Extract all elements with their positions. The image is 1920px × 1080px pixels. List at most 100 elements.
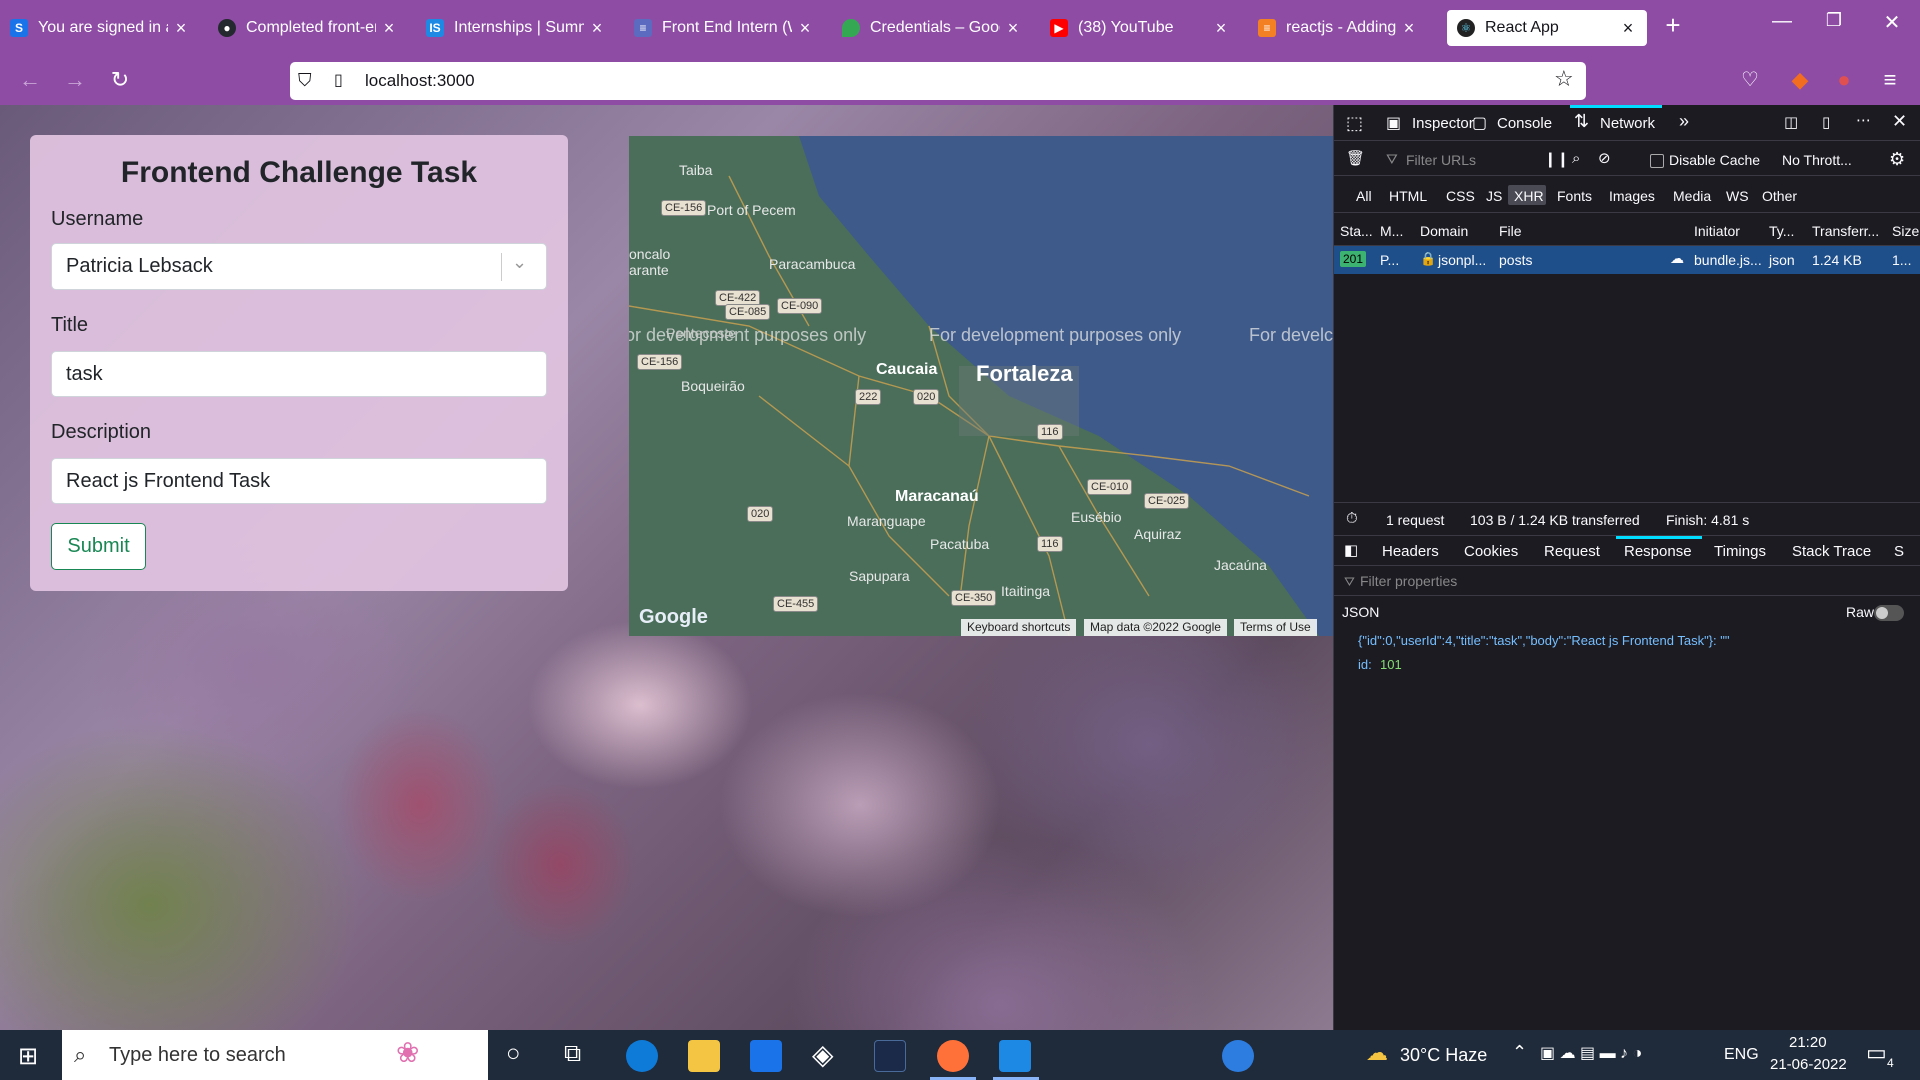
new-tab-button[interactable]: + — [1653, 10, 1693, 41]
column-header[interactable]: Domain — [1420, 223, 1468, 239]
bookmark-star-icon[interactable]: ☆ — [1554, 66, 1574, 92]
column-header[interactable]: Transferr... — [1812, 223, 1879, 239]
tab-headers[interactable]: Headers — [1382, 543, 1439, 560]
forward-icon[interactable]: → — [61, 67, 89, 93]
submit-button[interactable]: Submit — [51, 523, 146, 570]
browser-tab[interactable]: IS Internships | Summe × — [416, 10, 616, 46]
dropbox-icon[interactable]: ◈ — [812, 1038, 834, 1071]
firefox-icon[interactable] — [937, 1040, 969, 1072]
tab-more[interactable]: S — [1894, 543, 1904, 560]
taskbar-search-input[interactable]: Type here to search — [109, 1044, 286, 1067]
cortana-icon[interactable]: ○ — [506, 1040, 521, 1068]
browser-tab[interactable]: ● Completed front-en × — [208, 10, 408, 46]
search-icon[interactable]: ⌕ — [1572, 150, 1580, 167]
browser-tab-active[interactable]: ⚛ React App × — [1447, 10, 1647, 46]
column-header[interactable]: Ty... — [1769, 223, 1794, 239]
title-input[interactable]: task — [51, 351, 547, 397]
powershell-icon[interactable] — [874, 1040, 906, 1072]
tab-response[interactable]: Response — [1624, 543, 1692, 560]
filter-urls-input[interactable]: Filter URLs — [1406, 152, 1476, 168]
pocket-icon[interactable]: ♡ — [1736, 67, 1764, 92]
brave-icon[interactable]: ◆ — [1786, 67, 1814, 93]
table-row[interactable]: 201 P... 🔒 jsonpl... posts ☁ bundle.js..… — [1334, 246, 1920, 274]
type-filter-all[interactable]: All — [1356, 188, 1372, 204]
close-devtools-icon[interactable]: ✕ — [1892, 111, 1907, 132]
weather-text[interactable]: 30°C Haze — [1400, 1045, 1487, 1066]
column-header[interactable]: File — [1499, 223, 1522, 239]
vscode-icon[interactable] — [999, 1040, 1031, 1072]
more-tools-icon[interactable]: » — [1679, 111, 1689, 132]
back-icon[interactable]: ← — [16, 67, 44, 93]
tab-console[interactable]: Console — [1497, 115, 1552, 132]
tray-icons[interactable]: ▣ ☁ ▤ ▬ ♪ ◑ — [1540, 1043, 1642, 1063]
username-select[interactable]: Patricia Lebsack ⌄ — [51, 243, 547, 290]
picker-icon[interactable]: ⬚ — [1346, 113, 1363, 134]
tab-request[interactable]: Request — [1544, 543, 1600, 560]
column-header[interactable]: Size — [1892, 223, 1919, 239]
tab-cookies[interactable]: Cookies — [1464, 543, 1518, 560]
keyboard-shortcuts-link[interactable]: Keyboard shortcuts — [961, 619, 1077, 636]
tab-inspector[interactable]: Inspector — [1412, 115, 1474, 132]
description-input[interactable]: React js Frontend Task — [51, 458, 547, 504]
browser-tab[interactable]: ≡ Front End Intern (W × — [624, 10, 824, 46]
column-header[interactable]: Initiator — [1694, 223, 1740, 239]
column-header[interactable]: Sta... — [1340, 223, 1373, 239]
type-filter-media[interactable]: Media — [1673, 188, 1711, 204]
close-tab-icon[interactable]: × — [588, 18, 606, 39]
close-tab-icon[interactable]: × — [1004, 18, 1022, 39]
edge-icon[interactable] — [626, 1040, 658, 1072]
help-icon[interactable] — [1222, 1040, 1254, 1072]
google-map[interactable]: or development purposes only For develop… — [629, 136, 1333, 636]
type-filter-css[interactable]: CSS — [1446, 188, 1475, 204]
close-tab-icon[interactable]: × — [1212, 18, 1230, 39]
browser-tab[interactable]: ≡ reactjs - Adding an × — [1248, 10, 1428, 46]
raw-toggle[interactable] — [1874, 605, 1904, 621]
close-window-icon[interactable]: ✕ — [1872, 10, 1912, 35]
more-options-icon[interactable]: ⋯ — [1856, 111, 1871, 129]
menu-icon[interactable]: ≡ — [1876, 67, 1904, 93]
clock-time[interactable]: 21:20 — [1789, 1034, 1827, 1051]
type-filter-xhr[interactable]: XHR — [1514, 188, 1544, 204]
terms-link[interactable]: Terms of Use — [1234, 619, 1317, 636]
type-filter-fonts[interactable]: Fonts — [1557, 188, 1592, 204]
file-explorer-icon[interactable] — [688, 1040, 720, 1072]
tab-network[interactable]: Network — [1600, 115, 1655, 132]
mail-icon[interactable] — [750, 1040, 782, 1072]
close-tab-icon[interactable]: × — [1619, 18, 1637, 39]
shield-icon[interactable]: ⛉ — [298, 70, 312, 91]
browser-tab[interactable]: S You are signed in as × — [0, 10, 200, 46]
disable-cache-checkbox[interactable] — [1650, 154, 1664, 168]
throttle-select[interactable]: No Thrott... — [1782, 152, 1852, 168]
type-filter-html[interactable]: HTML — [1389, 188, 1427, 204]
responsive-icon[interactable]: ▯ — [1822, 113, 1830, 131]
chevron-up-icon[interactable]: ⌃ — [1512, 1042, 1527, 1063]
minimize-icon[interactable]: — — [1762, 10, 1802, 33]
column-header[interactable]: M... — [1380, 223, 1403, 239]
clock-date[interactable]: 21-06-2022 — [1770, 1056, 1847, 1073]
type-filter-other[interactable]: Other — [1762, 188, 1797, 204]
reload-icon[interactable]: ↻ — [106, 67, 134, 93]
extension-icon[interactable]: ● — [1830, 67, 1858, 93]
type-filter-images[interactable]: Images — [1609, 188, 1655, 204]
close-tab-icon[interactable]: × — [380, 18, 398, 39]
restore-icon[interactable]: ❐ — [1814, 10, 1854, 31]
task-view-icon[interactable]: ⧉ — [564, 1040, 581, 1068]
trash-icon[interactable]: 🗑 — [1346, 149, 1365, 167]
sidebar-toggle-icon[interactable]: ◧ — [1344, 541, 1358, 559]
language-indicator[interactable]: ENG — [1724, 1046, 1759, 1064]
pause-icon[interactable]: ❙❙ — [1544, 150, 1569, 168]
tab-timings[interactable]: Timings — [1714, 543, 1766, 560]
block-icon[interactable]: ⊘ — [1598, 149, 1611, 167]
windows-start-icon[interactable]: ⊞ — [18, 1042, 38, 1071]
dock-icon[interactable]: ◫ — [1784, 113, 1798, 131]
tab-stack-trace[interactable]: Stack Trace — [1792, 543, 1871, 560]
close-tab-icon[interactable]: × — [1400, 18, 1418, 39]
notification-icon[interactable]: ▭ — [1866, 1040, 1887, 1066]
url-bar[interactable] — [290, 62, 1586, 100]
type-filter-ws[interactable]: WS — [1726, 188, 1749, 204]
filter-properties-input[interactable]: Filter properties — [1360, 573, 1457, 589]
browser-tab[interactable]: ▶ (38) YouTube × — [1040, 10, 1240, 46]
browser-tab[interactable]: Credentials – Googl × — [832, 10, 1032, 46]
close-tab-icon[interactable]: × — [796, 18, 814, 39]
close-tab-icon[interactable]: × — [172, 18, 190, 39]
